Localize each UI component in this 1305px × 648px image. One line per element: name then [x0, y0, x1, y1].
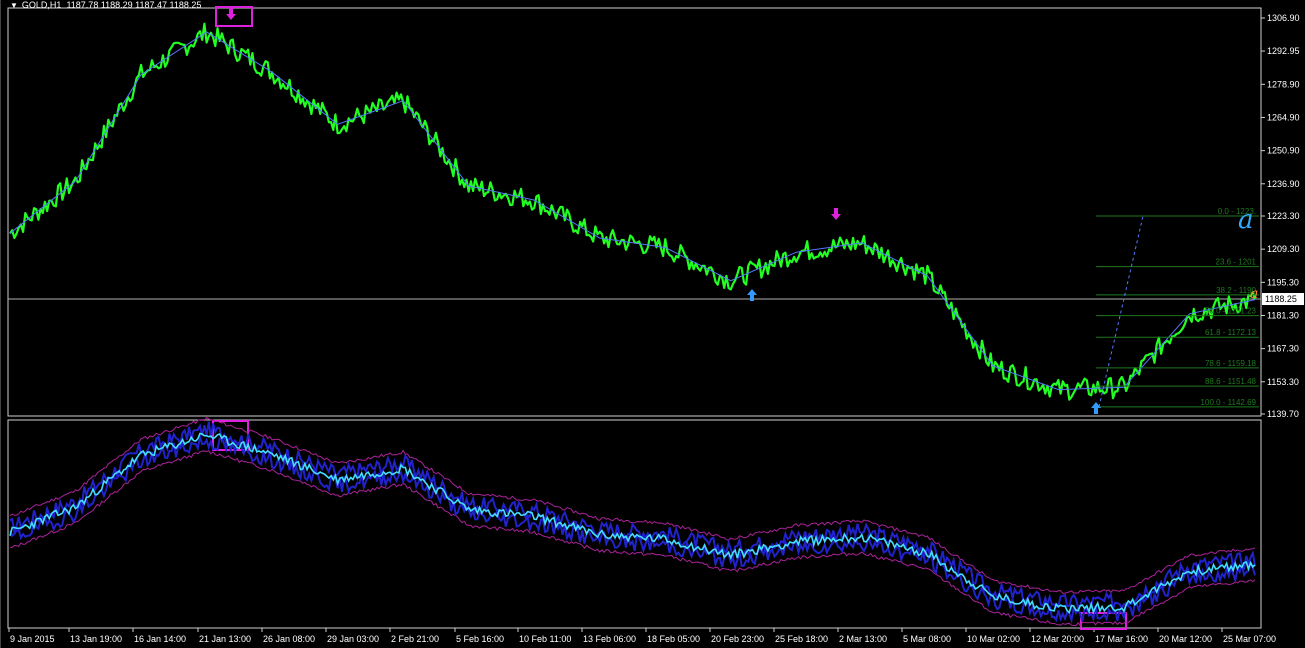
time-tick-label: 10 Mar 02:00: [967, 634, 1020, 644]
osc-band-upper: [9, 421, 1256, 613]
time-tick-label: 25 Mar 07:00: [1223, 634, 1276, 644]
fib-level-label: 61.8 - 1172.13: [1205, 328, 1257, 337]
fib-level-label: 88.6 - 1151.48: [1205, 377, 1257, 386]
chart-canvas: 1306.90 1292.95 1278.90 1264.90 1250.90 1236.…: [0, 0, 1304, 648]
highlight-box-top: [215, 6, 253, 27]
price-tick-label: 1167.30: [1267, 344, 1299, 354]
fib-level-label: 50.0 - 1181.23: [1205, 307, 1257, 316]
time-tick-label: 10 Feb 11:00: [519, 634, 571, 644]
time-tick-label: 25 Feb 18:00: [775, 634, 828, 644]
time-tick-label: 21 Jan 13:00: [199, 634, 251, 644]
time-tick-label: 9 Jan 2015: [10, 634, 55, 644]
osc-envelope-lower: [9, 450, 1256, 627]
price-tick-label: 1223.30: [1267, 211, 1300, 221]
time-tick-label: 13 Jan 19:00: [70, 634, 122, 644]
time-tick-label: 13 Feb 06:00: [583, 634, 636, 644]
dropdown-triangle-icon[interactable]: ▼: [10, 1, 18, 10]
sell-arrow-icon: [831, 208, 841, 220]
price-tick-label: 1306.90: [1267, 13, 1300, 23]
fib-level-label: 23.6 - 1201: [1216, 258, 1257, 267]
price-tick-label: 1139.70: [1267, 409, 1299, 419]
time-tick-label: 2 Mar 13:00: [839, 634, 887, 644]
fib-level-label: 78.6 - 1159.18: [1205, 359, 1257, 368]
time-tick-label: 12 Mar 20:00: [1031, 634, 1084, 644]
time-tick-label: 18 Feb 05:00: [647, 634, 700, 644]
wave-label-a: a: [1238, 205, 1254, 235]
price-tick-label: 1236.90: [1267, 179, 1300, 189]
price-tick-label: 1250.90: [1267, 146, 1300, 156]
price-pane-frame: [7, 7, 1262, 417]
price-tick-label: 1153.30: [1267, 377, 1299, 387]
time-tick-label: 26 Jan 08:00: [263, 634, 315, 644]
sell-arrow-icon: [226, 8, 236, 20]
fib-level-label: 100.0 - 1142.69: [1201, 398, 1257, 407]
time-tick-label: 5 Mar 08:00: [903, 634, 951, 644]
time-tick-label: 2 Feb 21:00: [391, 634, 439, 644]
price-series-line: [9, 22, 1257, 401]
zigzag-line: [9, 31, 1256, 391]
price-tick-label: 1264.90: [1267, 112, 1300, 122]
current-price-label: 1188.25: [1265, 294, 1297, 304]
time-tick-label: 20 Mar 12:00: [1159, 634, 1212, 644]
price-tick-label: 1195.30: [1267, 277, 1299, 287]
time-tick-label: 17 Mar 16:00: [1095, 634, 1148, 644]
quote-label: 1187.78 1188.29 1187.47 1188.25: [66, 0, 202, 10]
osc-band-lower: [9, 433, 1256, 624]
time-tick-label: 5 Feb 16:00: [456, 634, 504, 644]
price-tick-label: 1292.95: [1267, 46, 1300, 56]
chart-window: 1306.90 1292.95 1278.90 1264.90 1250.90 1236.…: [0, 0, 1305, 648]
symbol-label: GOLD,H1: [21, 0, 62, 10]
price-tick-label: 1209.30: [1267, 244, 1300, 254]
time-tick-label: 20 Feb 23:00: [711, 634, 764, 644]
price-tick-label: 1278.90: [1267, 79, 1300, 89]
chart-header: ▼ GOLD,H1 1187.78 1188.29 1187.47 1188.25: [10, 0, 201, 10]
time-tick-label: 16 Jan 14:00: [134, 634, 186, 644]
wave-label-a-orange: a: [1250, 286, 1258, 302]
buy-arrow-icon: [1091, 402, 1101, 414]
price-tick-label: 1181.30: [1267, 310, 1299, 320]
time-tick-label: 29 Jan 03:00: [327, 634, 379, 644]
